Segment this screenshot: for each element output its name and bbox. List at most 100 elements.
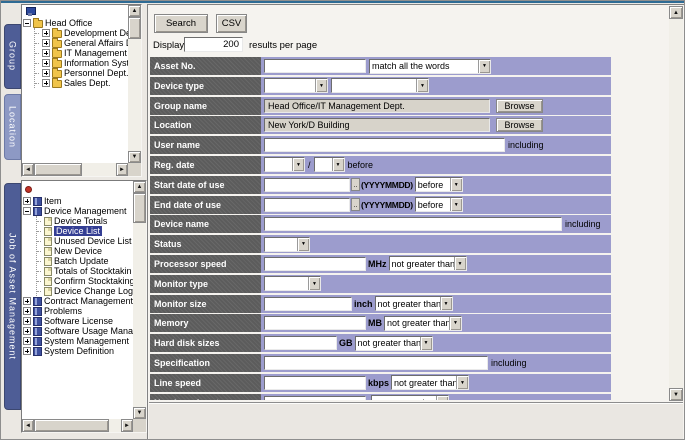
tree-item-new-device[interactable]: New Device [37, 246, 133, 256]
tree-item-device-change-log[interactable]: Device Change Log [37, 286, 133, 296]
tree-item-device-totals[interactable]: Device Totals [37, 216, 133, 226]
ports-compare-select[interactable]: not greater than▼ [371, 395, 449, 400]
monitor-size-input[interactable] [264, 297, 352, 311]
line-speed-input[interactable] [264, 376, 366, 390]
csv-button[interactable]: CSV [216, 14, 247, 33]
monitor-type-select[interactable]: ▼ [264, 276, 321, 291]
memory-compare-select[interactable]: not greater than▼ [384, 316, 462, 331]
tree-item-software-license[interactable]: Software License [23, 316, 133, 326]
page-icon [44, 227, 52, 236]
tree-item-device-management[interactable]: Device Management [23, 206, 133, 216]
scroll-left-icon[interactable]: ◄ [22, 419, 34, 432]
tree-item-software-usage[interactable]: Software Usage Manag [23, 326, 133, 336]
collapse-icon[interactable] [23, 207, 31, 215]
asset-no-match-select[interactable]: match all the words▼ [369, 59, 491, 74]
group-browse-button[interactable]: Browse [496, 99, 543, 113]
expand-icon[interactable] [23, 297, 31, 305]
scroll-down-icon[interactable]: ▼ [133, 407, 146, 419]
line-speed-compare-select[interactable]: not greater than▼ [391, 375, 469, 390]
reg-date-year-select[interactable]: ▼ [264, 157, 305, 172]
scroll-up-icon[interactable]: ▲ [128, 5, 141, 17]
main-vertical-scrollbar[interactable]: ▲ ▼ [669, 6, 683, 401]
memory-input[interactable] [264, 316, 366, 330]
scroll-down-icon[interactable]: ▼ [669, 388, 683, 401]
start-date-input[interactable] [264, 178, 350, 192]
expand-icon[interactable] [23, 347, 31, 355]
tree-item-confirm-stocktaking[interactable]: Confirm Stocktaking [37, 276, 133, 286]
expand-icon[interactable] [42, 59, 50, 67]
user-name-input[interactable] [264, 138, 505, 152]
expand-icon[interactable] [23, 197, 31, 205]
hard-disk-compare-select[interactable]: not greater than▼ [355, 336, 433, 351]
vertical-scrollbar[interactable]: ▲ ▼ [128, 5, 141, 163]
scroll-right-icon[interactable]: ► [121, 419, 133, 432]
expand-icon[interactable] [23, 307, 31, 315]
expand-icon[interactable] [42, 49, 50, 57]
number-of-ports-input[interactable] [264, 396, 366, 400]
results-per-page-input[interactable]: 200 [184, 37, 243, 52]
device-name-input[interactable] [264, 217, 562, 231]
end-date-before-select[interactable]: before▼ [415, 197, 463, 212]
tree-item-information-system[interactable]: Information System [35, 58, 128, 68]
tab-location[interactable]: Location [4, 94, 21, 160]
computer-icon [25, 7, 35, 17]
form-row-status: Status ▼ [150, 235, 611, 253]
vertical-scrollbar[interactable]: ▲ ▼ [133, 181, 146, 419]
specification-input[interactable] [264, 356, 488, 370]
tree-item-device-list[interactable]: Device List [37, 226, 133, 236]
tab-job-of-asset-management[interactable]: Job of Asset Management [4, 183, 21, 410]
collapse-icon[interactable] [23, 19, 31, 27]
dropdown-arrow-icon: ▼ [308, 277, 320, 290]
reg-date-month-select[interactable]: ▼ [314, 157, 345, 172]
device-type-select-2[interactable]: ▼ [331, 78, 429, 93]
scroll-left-icon[interactable]: ◄ [22, 163, 34, 176]
book-icon [33, 297, 42, 306]
status-select[interactable]: ▼ [264, 237, 310, 252]
book-icon [33, 337, 42, 346]
scroll-up-icon[interactable]: ▲ [133, 181, 146, 193]
start-date-before-select[interactable]: before▼ [415, 177, 463, 192]
expand-icon[interactable] [42, 79, 50, 87]
tree-item-item[interactable]: Item [23, 196, 133, 206]
scrollbar-thumb[interactable] [34, 163, 82, 176]
tree-item-batch-update[interactable]: Batch Update [37, 256, 133, 266]
scrollbar-thumb[interactable] [34, 419, 109, 432]
tree-item-contract-management[interactable]: Contract Management [23, 296, 133, 306]
tab-group[interactable]: Group [4, 24, 21, 89]
scroll-right-icon[interactable]: ► [116, 163, 128, 176]
processor-speed-compare-select[interactable]: not greater than▼ [389, 256, 467, 271]
expand-icon[interactable] [23, 327, 31, 335]
expand-icon[interactable] [42, 29, 50, 37]
tree-item-sales-dept[interactable]: Sales Dept. [35, 78, 128, 88]
tree-item-system-definition[interactable]: System Definition [23, 346, 133, 356]
horizontal-scrollbar[interactable]: ◄ ► [22, 163, 128, 176]
end-date-input[interactable] [264, 198, 350, 212]
monitor-size-compare-select[interactable]: not greater than▼ [375, 296, 453, 311]
expand-icon[interactable] [42, 69, 50, 77]
horizontal-scrollbar[interactable]: ◄ ► [22, 419, 133, 432]
search-button[interactable]: Search [154, 14, 208, 33]
tree-item-general-affairs[interactable]: General Affairs Dep [35, 38, 128, 48]
tree-item-head-office[interactable]: Head Office [23, 18, 128, 28]
expand-icon[interactable] [23, 317, 31, 325]
hard-disk-input[interactable] [264, 336, 337, 350]
processor-speed-input[interactable] [264, 257, 366, 271]
tree-item-it-management[interactable]: IT Management Dep [35, 48, 128, 58]
calendar-picker-button[interactable]: .. [351, 198, 360, 211]
calendar-picker-button[interactable]: .. [351, 178, 360, 191]
expand-icon[interactable] [23, 337, 31, 345]
scrollbar-thumb[interactable] [128, 17, 141, 39]
tree-item-problems[interactable]: Problems [23, 306, 133, 316]
scroll-down-icon[interactable]: ▼ [128, 151, 141, 163]
tree-item-unused-device-list[interactable]: Unused Device List [37, 236, 133, 246]
location-browse-button[interactable]: Browse [496, 118, 543, 132]
device-type-select-1[interactable]: ▼ [264, 78, 328, 93]
tree-item-personnel-dept[interactable]: Personnel Dept. [35, 68, 128, 78]
expand-icon[interactable] [42, 39, 50, 47]
tree-item-development-dept[interactable]: Development Dept. [35, 28, 128, 38]
tree-item-totals-of-stocktaking[interactable]: Totals of Stocktakin [37, 266, 133, 276]
scrollbar-thumb[interactable] [133, 193, 146, 223]
scroll-up-icon[interactable]: ▲ [669, 6, 683, 19]
tree-item-system-management[interactable]: System Management [23, 336, 133, 346]
asset-no-input[interactable] [264, 59, 366, 73]
